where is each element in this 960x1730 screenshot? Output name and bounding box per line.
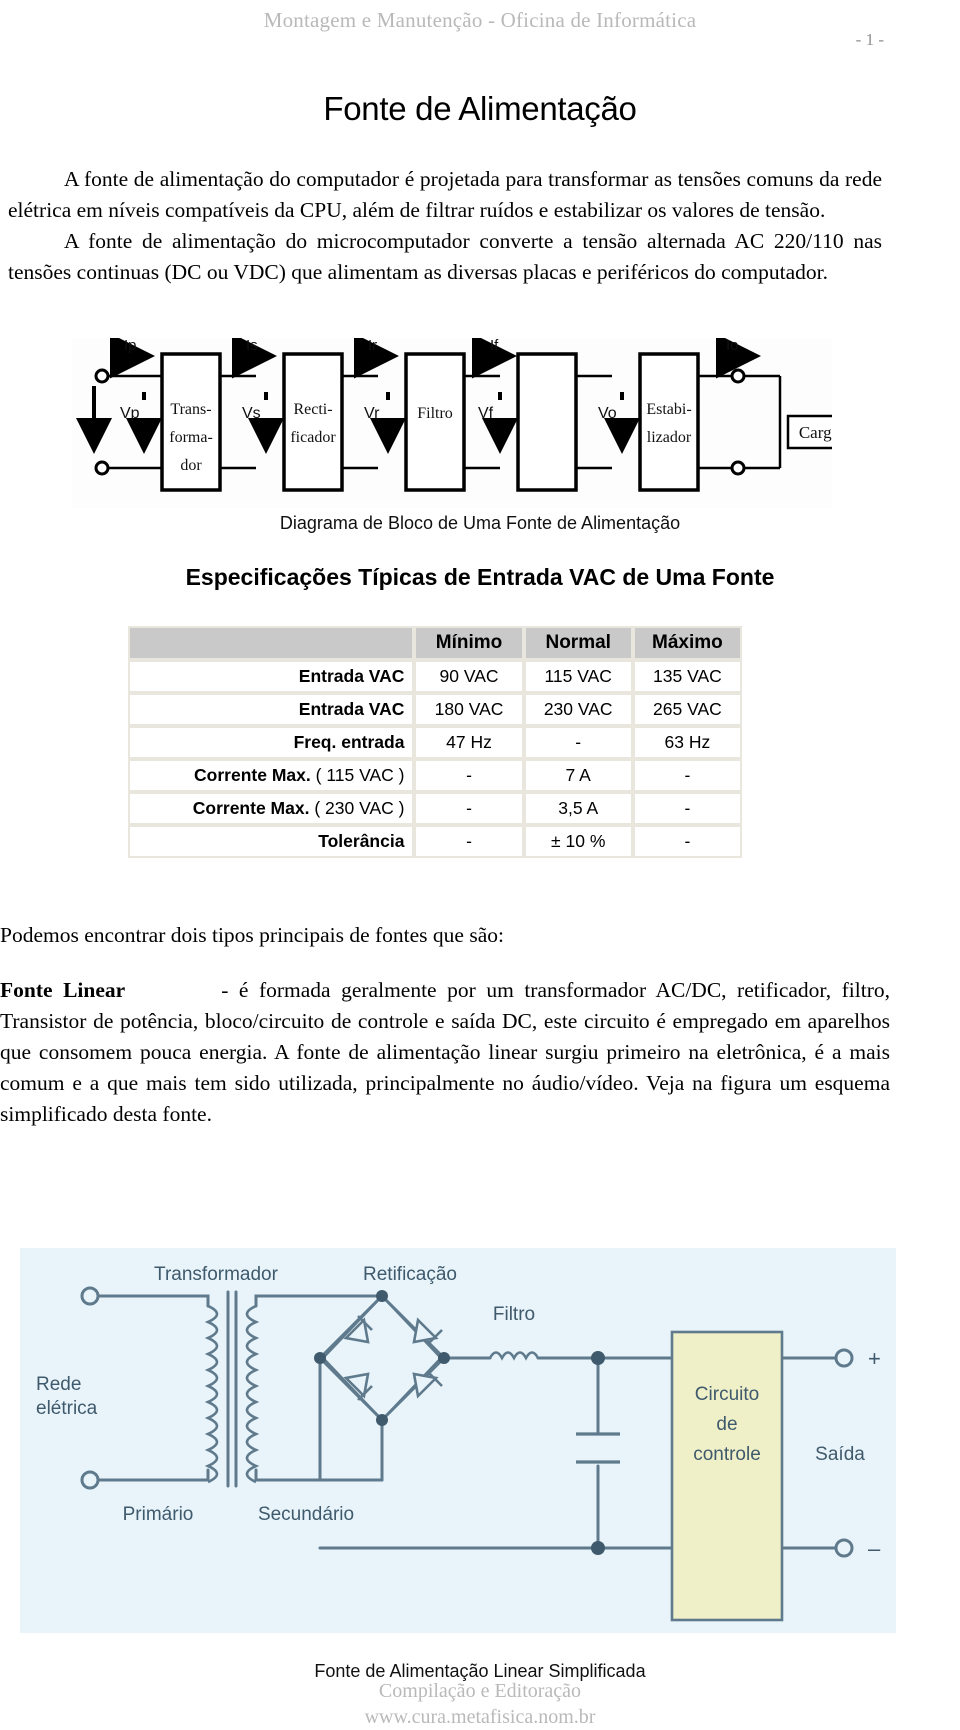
row-label: Corrente Max. ( 115 VAC ) bbox=[128, 759, 415, 792]
cell-maximo: - bbox=[632, 792, 742, 825]
section-heading: Especificações Típicas de Entrada VAC de… bbox=[185, 564, 775, 590]
svg-text:Ip: Ip bbox=[124, 338, 137, 354]
label-minus: – bbox=[868, 1536, 881, 1561]
row-label-sub: ( 230 VAC ) bbox=[314, 798, 405, 818]
table-header-row: Mínimo Normal Máximo bbox=[128, 626, 742, 660]
label-plus: + bbox=[868, 1346, 881, 1371]
label-primario: Primário bbox=[123, 1504, 194, 1525]
svg-text:Vo: Vo bbox=[598, 405, 617, 422]
svg-text:Recti-: Recti- bbox=[293, 401, 332, 418]
table-row: Corrente Max. ( 230 VAC ) - 3,5 A - bbox=[128, 792, 742, 825]
cell-minimo: - bbox=[414, 825, 524, 858]
spec-table: Mínimo Normal Máximo Entrada VAC 90 VAC … bbox=[128, 626, 742, 858]
power-supply-block-diagram: Carga Ip Is Ir If Io Vp Vs Vr Vf Vo Tran… bbox=[72, 338, 832, 508]
fonte-linear-paragraph: Fonte Linear - é formada geralmente por u… bbox=[0, 975, 890, 1130]
cell-normal: ± 10 % bbox=[523, 825, 633, 858]
cell-maximo: 63 Hz bbox=[632, 726, 742, 759]
row-label: Entrada VAC bbox=[128, 660, 415, 693]
table-row: Freq. entrada 47 Hz - 63 Hz bbox=[128, 726, 742, 759]
svg-text:Is: Is bbox=[246, 338, 258, 354]
label-transformador: Transformador bbox=[154, 1264, 279, 1285]
svg-text:Vf: Vf bbox=[478, 405, 494, 422]
cell-normal: 7 A bbox=[523, 759, 633, 792]
svg-text:Vs: Vs bbox=[242, 405, 261, 422]
cell-minimo: - bbox=[414, 759, 524, 792]
intro-paragraphs: A fonte de alimentação do computador é p… bbox=[8, 164, 882, 288]
svg-text:Vr: Vr bbox=[364, 405, 380, 422]
svg-text:Estabi-: Estabi- bbox=[646, 401, 691, 418]
svg-text:dor: dor bbox=[180, 457, 202, 474]
label-circuito-line1: Circuito bbox=[695, 1384, 759, 1405]
block-diagram-caption: Diagrama de Bloco de Uma Fonte de Alimen… bbox=[279, 513, 681, 533]
cell-normal: 230 VAC bbox=[523, 693, 633, 726]
label-rede-line2: elétrica bbox=[36, 1398, 98, 1419]
block-label-carga: Carga bbox=[799, 423, 832, 442]
svg-text:Filtro: Filtro bbox=[417, 405, 453, 422]
svg-text:ficador: ficador bbox=[290, 429, 336, 446]
row-label-sub: ( 115 VAC ) bbox=[315, 765, 405, 785]
label-circuito-line2: de bbox=[716, 1414, 737, 1435]
label-circuito-line3: controle bbox=[693, 1444, 761, 1465]
cell-normal: - bbox=[523, 726, 633, 759]
table-row: Entrada VAC 180 VAC 230 VAC 265 VAC bbox=[128, 693, 742, 726]
row-label: Freq. entrada bbox=[128, 726, 415, 759]
schematic-caption: Fonte de Alimentação Linear Simplificada bbox=[314, 1661, 646, 1681]
linear-supply-schematic: Transformador Retificação Filtro Rede el… bbox=[20, 1248, 896, 1633]
cell-maximo: - bbox=[632, 759, 742, 792]
fonte-linear-term: Fonte Linear bbox=[0, 978, 126, 1002]
table-header-minimo: Mínimo bbox=[414, 626, 524, 660]
footer-credit-line2: www.cura.metafisica.nom.br bbox=[364, 1706, 596, 1728]
paragraph-2: A fonte de alimentação do microcomputado… bbox=[8, 229, 882, 284]
page-title: Fonte de Alimentação bbox=[323, 90, 637, 128]
row-label: Entrada VAC bbox=[128, 693, 415, 726]
cell-minimo: 90 VAC bbox=[414, 660, 524, 693]
label-rede-line1: Rede bbox=[36, 1374, 81, 1395]
paragraph-3: Podemos encontrar dois tipos principais … bbox=[0, 923, 504, 947]
row-label: Tolerância bbox=[128, 825, 415, 858]
svg-text:Vp: Vp bbox=[120, 405, 140, 422]
svg-text:Trans-: Trans- bbox=[170, 401, 211, 418]
cell-maximo: - bbox=[632, 825, 742, 858]
svg-text:Io: Io bbox=[726, 338, 739, 354]
row-label: Corrente Max. ( 230 VAC ) bbox=[128, 792, 415, 825]
label-secundario: Secundário bbox=[258, 1504, 354, 1525]
cell-normal: 3,5 A bbox=[523, 792, 633, 825]
label-saida: Saída bbox=[815, 1444, 865, 1465]
cell-minimo: 180 VAC bbox=[414, 693, 524, 726]
table-row: Tolerância - ± 10 % - bbox=[128, 825, 742, 858]
cell-minimo: - bbox=[414, 792, 524, 825]
svg-text:forma-: forma- bbox=[169, 429, 213, 446]
table-row: Entrada VAC 90 VAC 115 VAC 135 VAC bbox=[128, 660, 742, 693]
svg-text:If: If bbox=[490, 338, 499, 354]
cell-minimo: 47 Hz bbox=[414, 726, 524, 759]
table-header-maximo: Máximo bbox=[632, 626, 742, 660]
svg-text:lizador: lizador bbox=[647, 429, 692, 446]
cell-maximo: 135 VAC bbox=[632, 660, 742, 693]
table-header-corner bbox=[128, 626, 415, 660]
table-row: Corrente Max. ( 115 VAC ) - 7 A - bbox=[128, 759, 742, 792]
paragraph-1: A fonte de alimentação do computador é p… bbox=[8, 167, 882, 222]
footer-credit-line1: Compilação e Editoração bbox=[378, 1680, 582, 1702]
label-filtro: Filtro bbox=[493, 1304, 535, 1325]
cell-normal: 115 VAC bbox=[523, 660, 633, 693]
table-header-normal: Normal bbox=[523, 626, 633, 660]
types-intro: Podemos encontrar dois tipos principais … bbox=[0, 920, 890, 951]
fonte-linear-description: - é formada geralmente por um transforma… bbox=[0, 978, 890, 1126]
page-number: - 1 - bbox=[855, 30, 884, 49]
label-retificacao: Retificação bbox=[363, 1264, 457, 1285]
svg-text:Ir: Ir bbox=[368, 338, 377, 354]
spec-table-container: Mínimo Normal Máximo Entrada VAC 90 VAC … bbox=[128, 626, 742, 858]
cell-maximo: 265 VAC bbox=[632, 693, 742, 726]
running-head: Montagem e Manutenção - Oficina de Infor… bbox=[263, 8, 697, 32]
